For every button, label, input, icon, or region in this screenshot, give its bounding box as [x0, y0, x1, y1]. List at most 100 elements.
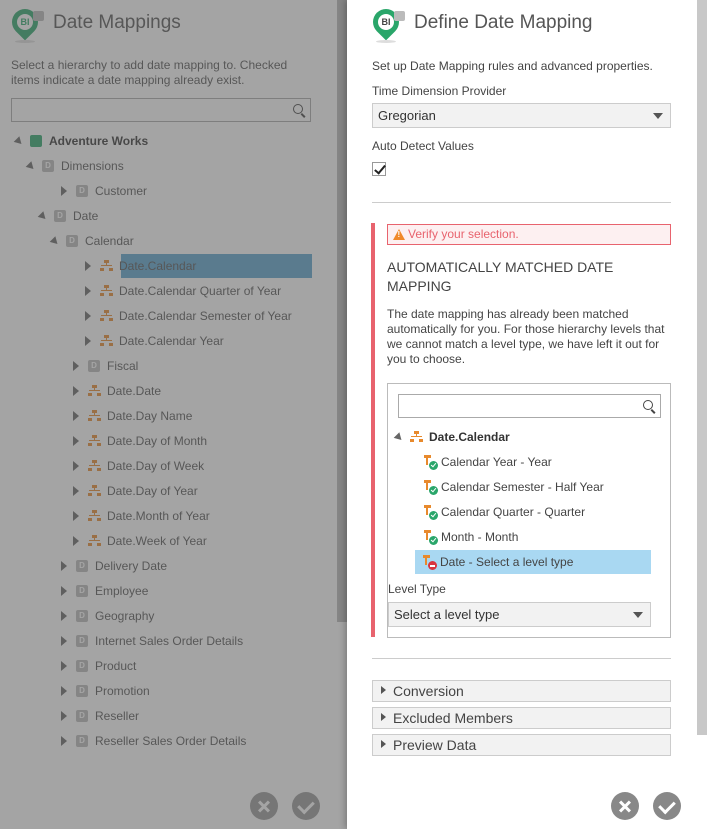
expand-icon[interactable] — [73, 361, 79, 371]
expand-icon[interactable] — [61, 586, 67, 596]
expand-icon[interactable] — [61, 736, 67, 746]
expand-icon — [381, 713, 386, 721]
search-icon[interactable] — [293, 104, 303, 114]
dimension-folder-icon — [76, 635, 88, 647]
level-status-icon — [424, 505, 438, 520]
bi-logo-icon: BI — [6, 3, 46, 43]
expand-icon[interactable] — [61, 686, 67, 696]
dimension-folder-icon — [88, 360, 100, 372]
provider-select[interactable]: Gregorian — [372, 103, 671, 128]
level-status-icon — [424, 455, 438, 470]
tree-scrollbar[interactable] — [337, 0, 347, 622]
chevron-down-icon — [653, 113, 663, 119]
expand-icon[interactable] — [73, 511, 79, 521]
auto-detect-checkbox[interactable] — [372, 162, 386, 176]
tree-node-label: Date.Day of Week — [107, 459, 205, 473]
expand-icon[interactable] — [85, 261, 91, 271]
expand-icon[interactable] — [85, 286, 91, 296]
tree-node-label: Date.Date — [107, 384, 162, 398]
provider-label: Time Dimension Provider — [372, 84, 507, 98]
expand-icon[interactable] — [85, 311, 91, 321]
tree-node-label: Employee — [95, 584, 149, 598]
expand-icon[interactable] — [61, 661, 67, 671]
expand-icon[interactable] — [61, 561, 67, 571]
hierarchy-icon — [100, 335, 113, 347]
cancel-button[interactable] — [250, 792, 278, 820]
level-label: Calendar Quarter - Quarter — [441, 505, 586, 519]
tree-node-label: Promotion — [95, 684, 150, 698]
section-title: AUTOMATICALLY MATCHED DATE MAPPING — [387, 259, 614, 294]
hierarchy-icon — [88, 535, 101, 547]
hierarchy-icon — [88, 410, 101, 422]
tree-node[interactable]: Date.Calendar — [85, 254, 312, 278]
expand-icon[interactable] — [61, 711, 67, 721]
tree-node-label: Calendar — [85, 234, 134, 248]
provider-value: Gregorian — [378, 108, 436, 123]
accordion-preview-data[interactable]: Preview Data — [372, 734, 671, 756]
accordion-label: Conversion — [393, 683, 464, 699]
tree-node-label: Date.Day of Year — [107, 484, 198, 498]
search-icon[interactable] — [643, 400, 653, 410]
expand-icon[interactable] — [393, 432, 405, 443]
cancel-button[interactable] — [611, 792, 639, 820]
accordion-label: Excluded Members — [393, 710, 513, 726]
level-search-input[interactable] — [398, 394, 661, 418]
panel-description: Set up Date Mapping rules and advanced p… — [372, 59, 653, 73]
collapse-icon[interactable] — [37, 211, 49, 222]
hierarchy-search-input[interactable] — [11, 98, 311, 122]
tree-node-label: Delivery Date — [95, 559, 168, 573]
expand-icon[interactable] — [73, 411, 79, 421]
tree-node-label: Geography — [95, 609, 155, 623]
tree-node-label: Dimensions — [61, 159, 124, 173]
tree-node-label: Fiscal — [107, 359, 139, 373]
tree-node-label: Reseller Sales Order Details — [95, 734, 247, 748]
confirm-button[interactable] — [292, 792, 320, 820]
accordion-excluded-members[interactable]: Excluded Members — [372, 707, 671, 729]
collapse-icon[interactable] — [13, 136, 25, 147]
level-type-select[interactable]: Select a level type — [388, 602, 651, 627]
panel-title: Define Date Mapping — [414, 12, 593, 33]
dimension-folder-icon — [76, 185, 88, 197]
expand-icon[interactable] — [73, 536, 79, 546]
expand-icon[interactable] — [73, 386, 79, 396]
expand-icon[interactable] — [61, 186, 67, 196]
expand-icon — [381, 686, 386, 694]
dimension-folder-icon — [76, 560, 88, 572]
collapse-icon[interactable] — [49, 236, 61, 247]
auto-detect-label: Auto Detect Values — [372, 139, 474, 153]
expand-icon[interactable] — [61, 636, 67, 646]
tree-node-label: Date.Day of Month — [107, 434, 208, 448]
warning-banner: Verify your selection. — [387, 224, 671, 245]
tree-node-label: Reseller — [95, 709, 140, 723]
tree-node-label: Product — [95, 659, 137, 673]
confirm-button[interactable] — [653, 792, 681, 820]
panel-description: Select a hierarchy to add date mapping t… — [11, 58, 288, 87]
hierarchy-icon — [410, 431, 423, 443]
panel-scrollbar[interactable] — [697, 0, 707, 735]
expand-icon[interactable] — [73, 461, 79, 471]
expand-icon[interactable] — [85, 336, 91, 346]
expand-icon[interactable] — [73, 486, 79, 496]
define-date-mapping-panel: BI Define Date Mapping Set up Date Mappi… — [347, 0, 707, 829]
level-status-icon — [424, 530, 438, 545]
hierarchy-icon — [88, 485, 101, 497]
dimension-folder-icon — [76, 710, 88, 722]
cube-icon — [30, 135, 42, 147]
hierarchy-icon — [100, 285, 113, 297]
section-description: The date mapping has already been matche… — [387, 307, 665, 366]
collapse-icon[interactable] — [25, 161, 37, 172]
accordion-conversion[interactable]: Conversion — [372, 680, 671, 702]
panel-title: Date Mappings — [53, 12, 181, 33]
tree-node-label: Date.Calendar Year — [119, 334, 224, 348]
level-status-icon — [423, 555, 437, 570]
tree-node-label: Customer — [95, 184, 148, 198]
expand-icon[interactable] — [61, 611, 67, 621]
tree-node-label: Adventure Works — [49, 134, 149, 148]
tree-node-label: Date.Calendar Quarter of Year — [119, 284, 282, 298]
expand-icon[interactable] — [73, 436, 79, 446]
divider — [372, 658, 671, 659]
warning-text: Verify your selection. — [408, 227, 519, 241]
hierarchy-icon — [100, 310, 113, 322]
level-row[interactable]: Date - Select a level type — [415, 550, 651, 574]
hierarchy-icon — [88, 385, 101, 397]
